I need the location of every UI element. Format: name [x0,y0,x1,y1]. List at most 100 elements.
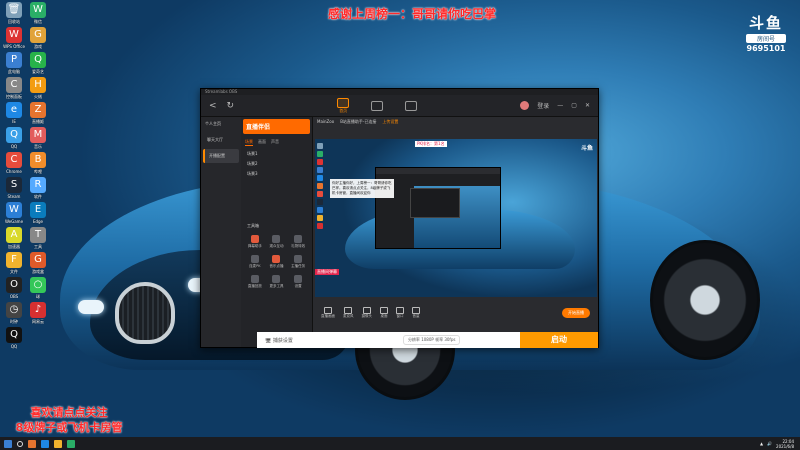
windows-start-icon[interactable] [4,439,12,448]
taskbar-app-icon[interactable] [28,439,36,448]
close-icon[interactable]: ✕ [585,102,590,109]
control-item[interactable]: 麦克风 [343,307,354,319]
desktop-icon[interactable]: R 软件 [27,177,49,200]
tool-icon [294,235,303,243]
app-icon: G [30,252,46,268]
app-logo: 直播伴侣 [243,119,310,134]
desktop-icon-label: 工具 [34,244,42,249]
room-id: 9695101 [746,44,786,53]
desktop-icon[interactable]: G 游戏 [27,27,49,50]
taskbar-app-icon[interactable] [41,439,49,448]
desktop-icon[interactable]: M 音乐 [27,127,49,150]
desktop-icon[interactable]: 🗑 回收站 [3,2,25,25]
control-icon [380,307,388,314]
desktop-icon[interactable]: T 工具 [27,227,49,250]
taskbar-app-icon[interactable] [67,439,75,448]
desktop-icon[interactable]: H 火绒 [27,77,49,100]
app-icon: B [30,152,46,168]
scene-item[interactable]: 场景3 [241,169,312,179]
control-item[interactable]: 桌面 [380,307,388,319]
desktop-icon[interactable]: C 控制面板 [3,77,25,100]
desktop-icon[interactable]: A 加速器 [3,227,25,250]
desktop-icon[interactable]: ♪ 网易云 [27,302,49,325]
app-icon: M [30,127,46,143]
tab-audio[interactable]: 声音 [271,139,279,146]
tool-item[interactable]: 主播任务 [288,255,308,269]
app-icon: Q [30,52,46,68]
desktop-icon-label: Edge [32,219,44,224]
desktop-icon[interactable]: Q QQ [3,127,25,149]
desktop-icon[interactable]: W WPS Office [3,27,25,49]
minimize-icon[interactable]: — [557,102,563,109]
main-head-item[interactable]: MainZoo [317,119,334,125]
desktop-icon[interactable]: S Steam [3,177,25,199]
desktop-icon[interactable]: P 此电脑 [3,52,25,75]
sidebar-item-config[interactable]: 开播配置 [203,149,239,163]
tab-picture[interactable]: 画面 [258,139,266,146]
app-icon: P [6,52,22,68]
bottom-bar: 🖥 捕获设置 分辨率 1080P 帧率 30fps 启动 [257,332,598,348]
desktop-icon-label: 音乐 [34,144,42,149]
volume-icon[interactable]: 🔊 [767,441,772,446]
back-button[interactable]: < [209,101,217,111]
stream-preview[interactable]: 你好主播你好，上周榜一：哥哥请你吃巴掌。喜欢请点点关注，8级牌子或飞机卡房管，直… [315,139,597,297]
search-icon[interactable] [17,440,23,447]
start-live-button[interactable]: 开始直播 [562,308,590,318]
desktop-icon[interactable]: W 微信 [27,2,49,25]
desktop-icon[interactable]: G 游戏盒 [27,252,49,275]
desktop-icon[interactable]: E Edge [27,202,49,224]
desktop-icon[interactable]: O OBS [3,277,25,299]
scene-item[interactable]: 场景1 [241,149,312,159]
desktop-icon-label: 火绒 [34,94,42,99]
desktop-icon[interactable]: Z 直播姬 [27,102,49,125]
main-head-item[interactable]: B站直播助手-已连接 [340,119,376,125]
desktop-icon-label: QQ [10,144,18,149]
resolution-select[interactable]: 分辨率 1080P 帧率 30fps [402,335,461,345]
tool-item[interactable]: 弹幕助手 [245,235,265,249]
app-icon: W [6,27,22,43]
video-tab-icon[interactable] [405,100,418,111]
tray-icon[interactable]: ▲ [760,441,763,446]
taskbar-app-icon[interactable] [54,439,62,448]
control-item[interactable]: 摄像头 [362,307,372,319]
screen-tab-icon[interactable] [371,100,384,111]
tool-icon [272,255,281,263]
control-item[interactable]: 窗口 [396,307,404,319]
main-head-item[interactable]: 上传设置 [382,119,398,125]
desktop-icon[interactable]: Q 爱奇艺 [27,52,49,75]
tool-label: 主播任务 [291,264,306,268]
tab-scene[interactable]: 场景 [245,139,253,146]
maximize-icon[interactable]: ▢ [571,102,577,109]
tool-item[interactable]: 礼物特效 [288,235,308,249]
login-text[interactable]: 登录 [537,101,549,110]
desktop-icon[interactable]: ◷ 时钟 [3,302,25,325]
avatar[interactable] [520,101,530,110]
desktop-icon[interactable]: Q QQ [3,327,25,349]
start-button[interactable]: 启动 [520,332,598,348]
control-icon [344,307,353,314]
tools-title: 工具箱 [247,223,259,228]
control-item[interactable]: 直播画面 [321,307,335,319]
scene-item[interactable]: 场景2 [241,159,312,169]
desktop-icon[interactable]: e IE [3,102,25,124]
sidebar-item-chat[interactable]: 聊天大厅 [203,133,239,147]
tool-item[interactable]: 音乐点播 [267,255,287,269]
tool-item[interactable]: 连麦PK [245,255,265,269]
capture-settings-link[interactable]: 🖥 捕获设置 [265,337,293,344]
top-banner-text: 感谢上周榜一：哥哥请你吃巴掌 [328,7,497,21]
control-item[interactable]: 音量 [412,307,420,319]
clock[interactable]: 22:04 2021/6/8 [776,439,794,449]
desktop-icon[interactable]: F 文件 [3,252,25,275]
tool-item[interactable]: 观众互动 [267,235,287,249]
desktop-icon[interactable]: C Chrome [3,152,25,174]
tool-item[interactable]: 设置 [288,275,308,289]
tool-item[interactable]: 直播回放 [245,275,265,289]
desktop-icon[interactable]: ○ 球 [27,277,49,300]
app-icon: ♪ [30,302,46,318]
desktop-icon[interactable]: B 哔哩 [27,152,49,175]
tool-item[interactable]: 更多工具 [267,275,287,289]
home-tab[interactable]: 首页 [337,97,350,114]
desktop-icon[interactable]: W WeGame [3,202,25,224]
refresh-button[interactable]: ↻ [227,101,235,111]
streaming-app-window: Streamlabs OBS < ↻ 首页 登录 — ▢ ✕ 个人主页 聊天大厅… [200,88,599,348]
